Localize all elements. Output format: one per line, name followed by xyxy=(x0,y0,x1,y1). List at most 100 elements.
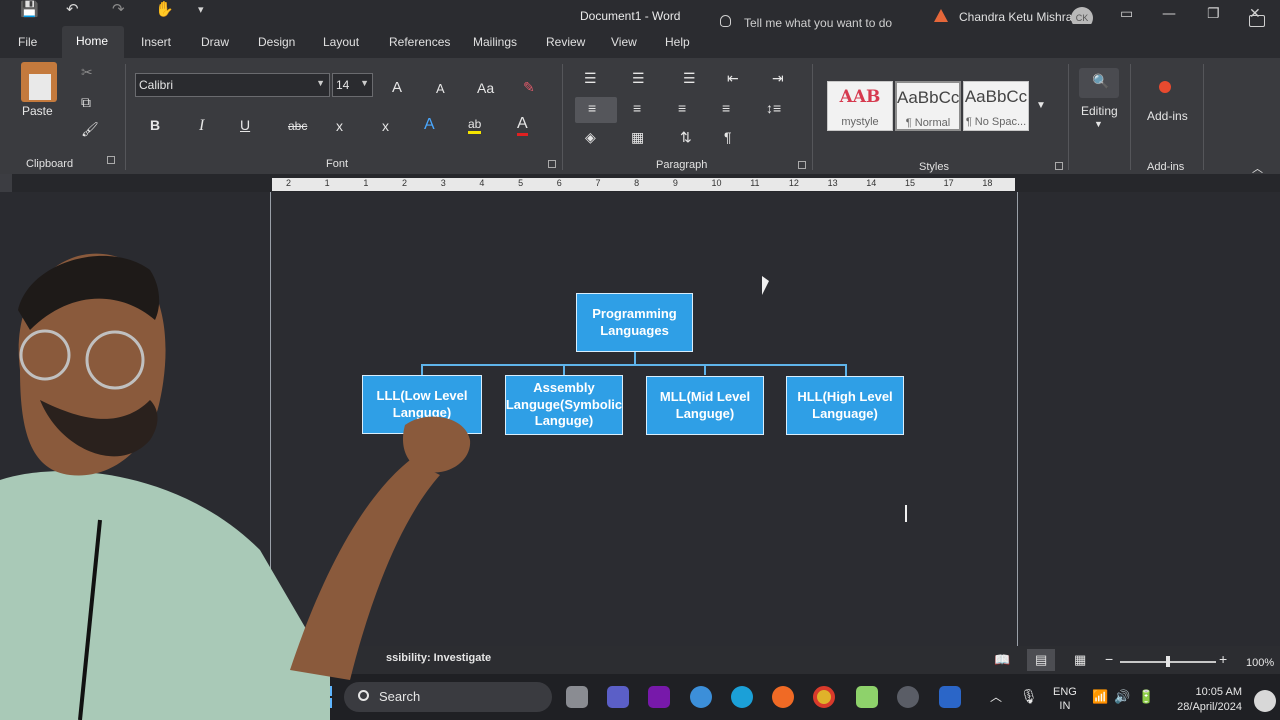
microphone-icon[interactable]: 🎙 xyxy=(1020,688,1038,705)
firefox-icon[interactable] xyxy=(772,686,794,708)
clear-formatting-icon[interactable]: ✎ xyxy=(523,79,535,96)
edge-icon[interactable] xyxy=(731,686,753,708)
task-view-icon[interactable] xyxy=(566,686,588,708)
tab-help[interactable]: Help xyxy=(665,35,690,49)
copy-icon[interactable]: ⧉ xyxy=(81,94,91,111)
text-effects-button[interactable]: A xyxy=(424,116,435,134)
shrink-font-button[interactable]: A xyxy=(436,81,445,96)
grow-font-button[interactable]: A xyxy=(392,79,402,96)
paste-icon[interactable] xyxy=(21,62,57,102)
accessibility-status[interactable]: ssibility: Investigate xyxy=(386,652,491,664)
comments-icon[interactable] xyxy=(1249,15,1265,27)
zoom-level[interactable]: 100% xyxy=(1246,657,1274,669)
notepad-icon[interactable] xyxy=(856,686,878,708)
onenote-icon[interactable] xyxy=(648,686,670,708)
warning-icon[interactable] xyxy=(934,9,948,22)
wifi-icon[interactable]: 📶 xyxy=(1092,689,1108,705)
subscript-button[interactable]: x xyxy=(336,118,343,134)
tab-references[interactable]: References xyxy=(389,35,450,49)
bold-button[interactable]: B xyxy=(150,117,160,133)
tab-draw[interactable]: Draw xyxy=(201,35,229,49)
justify-icon[interactable]: ≡ xyxy=(722,100,730,116)
add-ins-button[interactable]: Add-ins xyxy=(1147,109,1188,123)
superscript-button[interactable]: x xyxy=(382,118,389,134)
font-name-dropdown[interactable]: Calibri ▼ xyxy=(135,73,330,97)
paragraph-launcher-icon[interactable] xyxy=(798,161,806,169)
windows-start-icon[interactable] xyxy=(310,686,332,708)
taskbar-search[interactable] xyxy=(344,682,552,712)
redo-icon[interactable]: ↷ xyxy=(112,0,125,18)
customize-quick-access-icon[interactable]: ▾ xyxy=(198,3,204,21)
volume-icon[interactable]: 🔊 xyxy=(1114,689,1130,705)
styles-launcher-icon[interactable] xyxy=(1055,162,1063,170)
lightbulb-icon[interactable] xyxy=(720,15,731,27)
tab-layout[interactable]: Layout xyxy=(323,35,359,49)
tab-review[interactable]: Review xyxy=(546,35,585,49)
diagram-root-node[interactable]: Programming Languages xyxy=(576,293,693,352)
strikethrough-button[interactable]: abc xyxy=(288,119,307,133)
tab-mailings[interactable]: Mailings xyxy=(473,35,517,49)
restore-icon[interactable]: ❐ xyxy=(1207,6,1220,22)
language-indicator[interactable]: ENG IN xyxy=(1053,685,1077,714)
decrease-indent-icon[interactable]: ⇤ xyxy=(727,70,739,87)
tab-home[interactable]: Home xyxy=(62,26,124,58)
font-launcher-icon[interactable] xyxy=(548,160,556,168)
collapse-ribbon-icon[interactable]: ︿ xyxy=(1252,160,1263,176)
line-spacing-icon[interactable]: ↕≡ xyxy=(766,100,781,116)
highlight-button[interactable]: ab xyxy=(468,117,482,134)
minimize-icon[interactable]: — xyxy=(1162,6,1176,22)
change-case-button[interactable]: Aa xyxy=(477,80,494,96)
cut-icon[interactable]: ✂ xyxy=(81,64,93,81)
zoom-out-icon[interactable]: − xyxy=(1105,651,1113,667)
ribbon-display-icon[interactable]: ▭ xyxy=(1120,6,1133,22)
touch-mode-icon[interactable]: ✋ xyxy=(155,0,174,18)
app-icon[interactable] xyxy=(690,686,712,708)
chevron-down-icon[interactable]: ▼ xyxy=(1094,119,1103,129)
user-name[interactable]: Chandra Ketu Mishra xyxy=(959,10,1072,24)
chrome-icon[interactable] xyxy=(813,686,835,708)
borders-icon[interactable]: ▦ xyxy=(631,129,644,146)
read-mode-icon[interactable]: 📖 xyxy=(994,652,1010,668)
clipboard-launcher-icon[interactable] xyxy=(107,156,115,164)
styles-more-icon[interactable]: ▼ xyxy=(1036,100,1046,111)
sort-icon[interactable]: ⇅ xyxy=(680,129,692,146)
bullets-icon[interactable]: ☰ xyxy=(584,70,597,87)
diagram-child-node[interactable]: HLL(High Level Language) xyxy=(786,376,904,435)
notification-icon[interactable] xyxy=(1254,690,1276,712)
obs-icon[interactable] xyxy=(897,686,919,708)
clock[interactable]: 10:05 AM 28/April/2024 xyxy=(1170,685,1242,715)
zoom-in-icon[interactable]: + xyxy=(1219,651,1227,667)
shading-icon[interactable]: ◈ xyxy=(585,129,596,146)
chevron-up-icon[interactable]: ︿ xyxy=(990,688,1002,705)
tab-view[interactable]: View xyxy=(611,35,637,49)
horizontal-ruler[interactable]: 2 1 1 2 3 4 5 6 7 8 9 10 11 12 13 14 15 17 18 xyxy=(272,178,1015,191)
underline-button[interactable]: U xyxy=(240,117,250,133)
tab-insert[interactable]: Insert xyxy=(141,35,171,49)
numbering-icon[interactable]: ☰ xyxy=(632,70,645,87)
font-color-button[interactable]: A xyxy=(517,115,528,136)
increase-indent-icon[interactable]: ⇥ xyxy=(772,70,784,87)
battery-icon[interactable]: 🔋 xyxy=(1138,689,1154,705)
style-no-spacing[interactable]: AaBbCc ¶ No Spac... xyxy=(963,81,1029,131)
show-formatting-button[interactable]: ¶ xyxy=(724,129,732,145)
align-center-icon[interactable]: ≡ xyxy=(633,100,641,116)
tab-file[interactable]: File xyxy=(18,35,37,49)
paste-button[interactable]: Paste xyxy=(22,104,53,118)
undo-icon[interactable]: ↶ xyxy=(66,0,79,18)
style-mystyle[interactable]: AAB mystyle xyxy=(827,81,893,131)
teams-icon[interactable] xyxy=(607,686,629,708)
italic-button[interactable]: I xyxy=(199,117,204,135)
multilevel-list-icon[interactable]: ☰ xyxy=(683,70,696,87)
zoom-slider-thumb[interactable] xyxy=(1166,656,1170,667)
align-right-icon[interactable]: ≡ xyxy=(678,100,686,116)
format-painter-icon[interactable]: 🖌 xyxy=(81,121,99,138)
word-icon[interactable] xyxy=(939,686,961,708)
style-normal[interactable]: AaBbCc ¶ Normal xyxy=(895,81,961,131)
tab-design[interactable]: Design xyxy=(258,35,295,49)
save-icon[interactable]: 💾 xyxy=(20,0,39,18)
diagram-child-node[interactable]: Assembly Languge(Symbolic Languge) xyxy=(505,375,623,435)
font-size-dropdown[interactable]: 14 ▼ xyxy=(332,73,373,97)
web-layout-icon[interactable]: ▦ xyxy=(1074,652,1086,668)
diagram-child-node[interactable]: LLL(Low Level Languge) xyxy=(362,375,482,434)
tell-me-search[interactable]: Tell me what you want to do xyxy=(744,16,892,30)
